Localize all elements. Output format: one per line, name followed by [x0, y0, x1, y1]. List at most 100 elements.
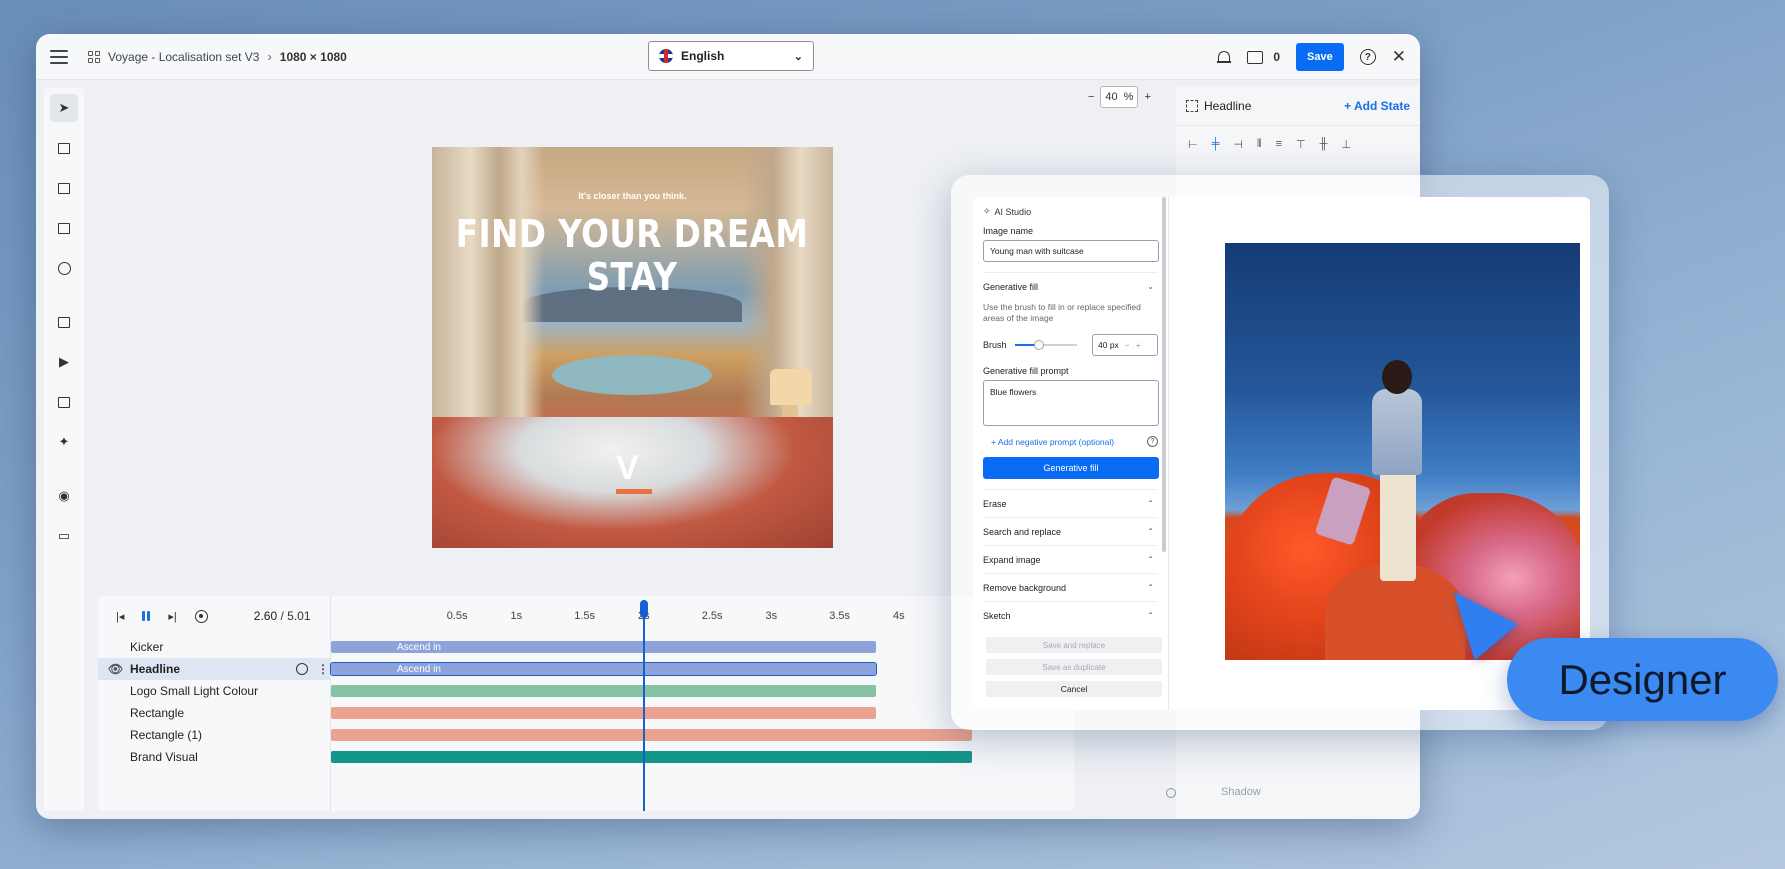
layer-row[interactable]: Brand Visual	[98, 746, 330, 768]
canvas-kicker[interactable]: It's closer than you think.	[432, 191, 833, 201]
ai-tool-section[interactable]: Remove background ⌃	[983, 573, 1158, 601]
layer-name: Rectangle	[130, 706, 185, 720]
timeline-bar[interactable]	[331, 751, 972, 763]
layer-row[interactable]: Rectangle (1)	[98, 724, 330, 746]
timeline-bar[interactable]: Ascend in	[331, 641, 876, 653]
animation-icon[interactable]	[296, 663, 308, 675]
design-canvas[interactable]: It's closer than you think. FIND YOUR DR…	[432, 147, 833, 548]
action-buttons: Save and replace Save as duplicate Cance…	[983, 637, 1162, 697]
align-middle-icon[interactable]: ╫	[1320, 138, 1328, 151]
image-name-input[interactable]: Young man with suitcase	[983, 240, 1159, 262]
search-icon[interactable]	[1166, 788, 1176, 798]
align-center-icon[interactable]: ╪	[1212, 138, 1220, 151]
align-bottom-icon[interactable]: ⊥	[1341, 138, 1351, 151]
comment-icon	[1247, 50, 1264, 64]
align-top-icon[interactable]: ⊤	[1296, 138, 1306, 151]
generative-fill-button[interactable]: Generative fill	[983, 457, 1159, 479]
layer-row[interactable]: 👁 Headline ⋮	[98, 658, 330, 680]
ai-studio-panel: ✧ AI Studio Image name Young man with su…	[973, 197, 1169, 710]
add-state-button[interactable]: + Add State	[1344, 99, 1410, 113]
pause-icon[interactable]	[142, 611, 151, 621]
record-icon[interactable]	[194, 609, 208, 623]
eye-icon[interactable]: 👁	[108, 662, 123, 676]
left-toolbar: ➤ ▶ ✦ ◉ ▭	[44, 88, 84, 811]
layer-row[interactable]: Logo Small Light Colour	[98, 680, 330, 702]
cancel-button[interactable]: Cancel	[986, 681, 1162, 697]
panel-scrollbar[interactable]	[1162, 197, 1166, 552]
chevron-down-icon: ⌄	[1147, 282, 1154, 291]
timeline-bar[interactable]: Ascend in	[330, 662, 877, 676]
playhead[interactable]	[639, 600, 648, 811]
zoom-input[interactable]: 40 %	[1100, 86, 1139, 108]
rectangle-tool-icon[interactable]	[50, 214, 78, 242]
ai-tool-section[interactable]: Search and replace ⌃	[983, 517, 1158, 545]
layer-row[interactable]: Rectangle	[98, 702, 330, 724]
chevron-down-icon: ⌄	[793, 50, 803, 63]
brush-decrease-icon[interactable]: −	[1125, 340, 1130, 350]
lamp-shade	[770, 369, 812, 405]
image-tool-icon[interactable]	[50, 308, 78, 336]
save-button[interactable]: Save	[1296, 43, 1344, 71]
negative-prompt-text: + Add negative prompt (optional)	[991, 436, 1115, 447]
lake-shape	[552, 355, 712, 395]
breadcrumb-project[interactable]: Voyage - Localisation set V3	[108, 50, 259, 64]
layer-row[interactable]: Kicker	[98, 636, 330, 658]
prompt-textarea[interactable]: Blue flowers	[983, 380, 1159, 426]
video-tool-icon[interactable]: ▶	[50, 348, 78, 376]
canvas-headline[interactable]: FIND YOUR DREAM STAY	[434, 213, 830, 299]
add-frame-tool-icon[interactable]	[50, 388, 78, 416]
distribute-v-icon[interactable]: ≡	[1276, 138, 1282, 151]
align-left-icon[interactable]: ⊢	[1188, 138, 1198, 151]
ai-tool-section[interactable]: Expand image ⌃	[983, 545, 1158, 573]
ruler-tick: 0.5s	[446, 610, 468, 622]
language-value: English	[681, 49, 725, 63]
language-select[interactable]: English ⌄	[648, 41, 814, 71]
generative-fill-section[interactable]: Generative fill ⌄	[983, 272, 1158, 300]
brush-increase-icon[interactable]: +	[1136, 340, 1141, 350]
notifications-bell-icon[interactable]	[1217, 50, 1232, 65]
media-frame-tool-icon[interactable]	[50, 174, 78, 202]
comments-button[interactable]: 0	[1247, 50, 1280, 64]
timeline-bar[interactable]	[331, 707, 876, 719]
zoom-in-button[interactable]: +	[1144, 91, 1150, 103]
text-frame-tool-icon[interactable]	[50, 134, 78, 162]
brush-slider[interactable]	[1014, 340, 1077, 350]
folder-icon[interactable]: ▭	[50, 522, 78, 550]
brush-slider-knob[interactable]	[1034, 340, 1045, 350]
timeline-bar[interactable]	[331, 685, 876, 697]
add-negative-prompt-link[interactable]: + Add negative prompt (optional) ?	[991, 436, 1158, 447]
feed-icon[interactable]: ◉	[50, 482, 78, 510]
person-legs	[1380, 471, 1416, 581]
skip-back-icon[interactable]: |◂	[116, 610, 124, 623]
ai-tool-section-title: Remove background	[983, 582, 1067, 593]
designer-label: Designer	[1507, 638, 1778, 721]
ai-tool-section[interactable]: Sketch ⌃	[983, 601, 1158, 629]
top-bar: Voyage - Localisation set V3 › 1080 × 10…	[36, 34, 1420, 80]
ellipse-tool-icon[interactable]	[50, 254, 78, 282]
distribute-h-icon[interactable]: ⫴	[1257, 138, 1262, 151]
hamburger-menu-icon[interactable]	[50, 49, 68, 64]
current-time: 2.60	[253, 609, 278, 623]
ruler-tick: 3.5s	[829, 610, 851, 622]
ai-image-preview[interactable]	[1225, 243, 1580, 660]
shadow-label: Shadow	[1221, 786, 1261, 798]
brush-size-value: 40 px	[1098, 340, 1119, 350]
zoom-out-button[interactable]: −	[1088, 91, 1094, 103]
timeline-bar[interactable]	[331, 729, 972, 741]
brush-size-input[interactable]: 40 px − +	[1092, 334, 1158, 356]
save-as-duplicate-button[interactable]: Save as duplicate	[986, 659, 1162, 675]
select-tool-icon[interactable]: ➤	[50, 94, 78, 122]
help-icon[interactable]: ?	[1147, 436, 1158, 447]
canvas-logo[interactable]: V	[616, 449, 639, 488]
ai-tool-section[interactable]: Erase ⌃	[983, 489, 1158, 517]
close-icon[interactable]: ✕	[1392, 47, 1406, 67]
generative-fill-description: Use the brush to fill in or replace spec…	[983, 302, 1141, 323]
align-right-icon[interactable]: ⊣	[1233, 138, 1243, 151]
help-icon[interactable]: ?	[1359, 49, 1376, 65]
magic-wand-icon[interactable]: ✦	[50, 428, 78, 456]
ruler-tick: 4s	[893, 610, 905, 622]
save-and-replace-button[interactable]: Save and replace	[986, 637, 1162, 653]
more-options-icon[interactable]: ⋮	[317, 662, 329, 676]
chevron-up-icon: ⌃	[1147, 527, 1154, 536]
skip-forward-icon[interactable]: ▸|	[168, 610, 176, 623]
